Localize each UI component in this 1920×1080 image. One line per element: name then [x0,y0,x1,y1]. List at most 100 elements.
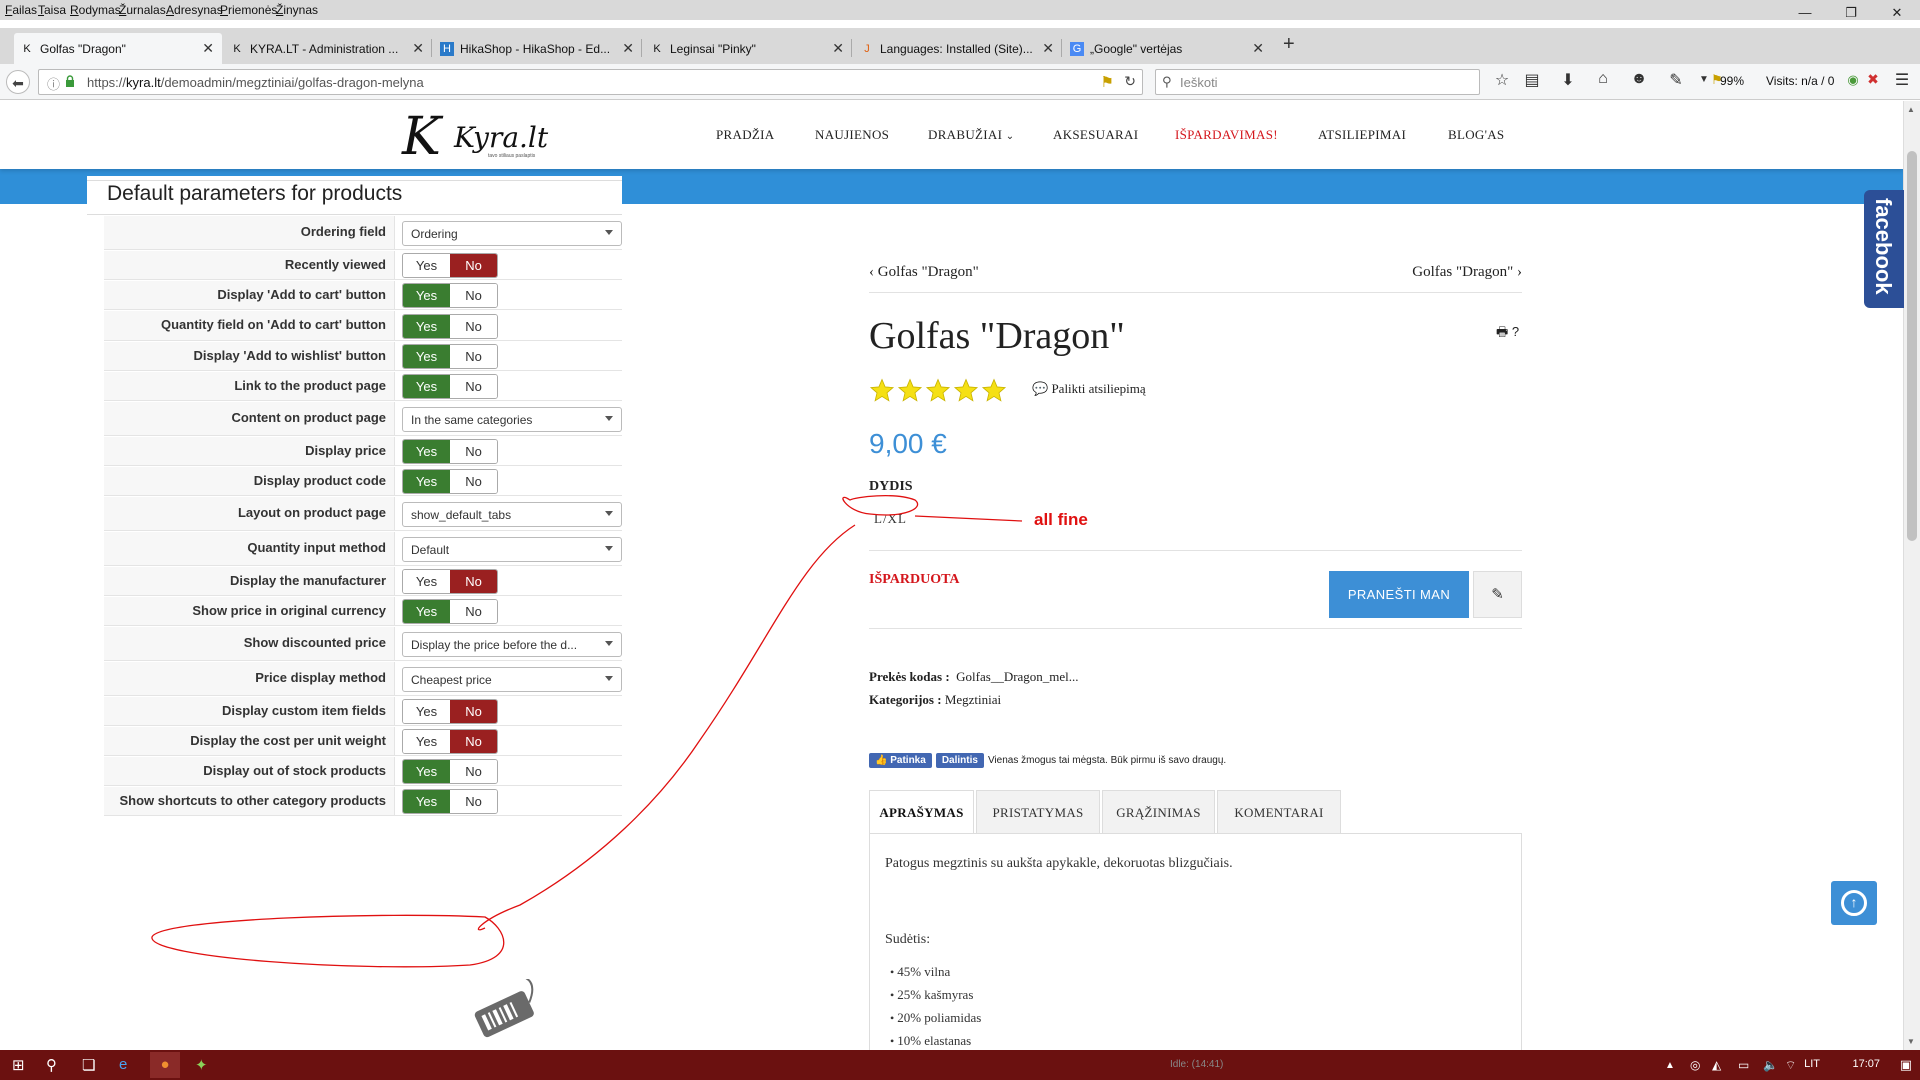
search-box[interactable]: ⚲ Ieškoti [1155,69,1480,95]
tab-languages[interactable]: J Languages: Installed (Site)... ✕ [854,33,1062,64]
nav-blogas[interactable]: BLOG'AS [1448,127,1504,143]
print-icon[interactable]: 🖶 ? [1496,323,1519,345]
tray-app-icon[interactable]: ◭ [1712,1058,1721,1072]
no-option[interactable]: No [450,570,497,593]
vertical-scrollbar[interactable]: ▲ ▼ [1903,101,1920,1050]
rating-stars[interactable] [869,378,1009,403]
wifi-icon[interactable]: ⌔ [1785,1058,1796,1073]
fb-like-button[interactable]: 👍 Patinka [869,752,932,768]
nav-ispardavimas[interactable]: IŠPARDAVIMAS! [1175,127,1278,143]
scroll-up-icon[interactable]: ▲ [1907,105,1915,114]
fb-share-button[interactable]: Dalintis [935,752,984,768]
no-option[interactable]: No [450,790,497,813]
tab-leginsai-pinky[interactable]: K Leginsai "Pinky" ✕ [644,33,852,64]
tab-kyra-admin[interactable]: K KYRA.LT - Administration ... ✕ [224,33,432,64]
close-tab-icon[interactable]: ✕ [412,40,424,57]
back-button[interactable]: ⬅ [6,70,30,94]
no-option[interactable]: No [450,730,497,753]
edge-icon[interactable]: e [119,1056,127,1073]
addon-icon[interactable]: ◉ [1842,72,1864,88]
reading-list-icon[interactable]: ▤ [1521,70,1543,90]
menu-file[interactable]: Failas [5,3,37,17]
flag-icon[interactable]: ⚑ [1101,73,1114,91]
yes-option[interactable]: Yes [403,600,450,623]
no-option[interactable]: No [450,470,497,493]
param-select[interactable]: Display the price before the d... [402,632,622,657]
menu-history[interactable]: Žurnalas [119,3,166,17]
info-icon[interactable]: ⓘ [47,74,60,93]
hamburger-menu-icon[interactable]: ☰ [1891,70,1913,90]
scroll-to-top-button[interactable]: ↑ [1831,881,1877,925]
menu-view[interactable]: Rodymas [70,3,121,17]
home-icon[interactable]: ⌂ [1592,70,1614,88]
site-logo[interactable]: K Kyra.lt tavo stiliaus paslaptis [402,107,562,167]
close-tab-icon[interactable]: ✕ [1252,40,1264,57]
close-tab-icon[interactable]: ✕ [832,40,844,57]
yes-option[interactable]: Yes [403,284,450,307]
tab-aprasymas[interactable]: APRAŠYMAS [869,790,974,834]
network-icon[interactable]: ◎ [1690,1058,1700,1072]
no-option[interactable]: No [450,254,497,277]
yes-option[interactable]: Yes [403,375,450,398]
url-bar[interactable]: ⓘ https://kyra.lt/demoadmin/megztiniai/g… [38,69,1143,95]
yes-option[interactable]: Yes [403,315,450,338]
menu-tools[interactable]: Priemonės [220,3,277,17]
no-option[interactable]: No [450,440,497,463]
yes-option[interactable]: Yes [403,570,450,593]
close-window-button[interactable]: ✕ [1874,0,1920,28]
nav-naujienos[interactable]: NAUJIENOS [815,127,889,143]
param-select[interactable]: Default [402,537,622,562]
task-view-icon[interactable]: ❏ [82,1056,95,1074]
keyboard-icon[interactable]: ▭ [1738,1058,1749,1072]
reload-icon[interactable]: ↻ [1124,73,1136,90]
no-option[interactable]: No [450,345,497,368]
bookmark-star-icon[interactable]: ☆ [1491,70,1513,90]
no-option[interactable]: No [450,760,497,783]
menu-bookmarks[interactable]: Adresynas [166,3,223,17]
clock[interactable]: 17:07 [1852,1058,1880,1070]
review-link[interactable]: 💬 Palikti atsiliepimą [1032,381,1146,397]
volume-icon[interactable]: 🔈 [1763,1058,1778,1072]
tab-hikashop[interactable]: H HikaShop - HikaShop - Ed... ✕ [434,33,642,64]
yes-option[interactable]: Yes [403,700,450,723]
addon-close-icon[interactable]: ✖ [1862,71,1884,88]
chat-icon[interactable]: ☻ [1628,70,1650,88]
category-value[interactable]: Megztiniai [945,692,1001,707]
tab-grazinimas[interactable]: GRĄŽINIMAS [1102,790,1215,834]
tab-google-translate[interactable]: G „Google" vertėjas ✕ [1064,33,1272,64]
nav-atsiliepimai[interactable]: ATSILIEPIMAI [1318,127,1406,143]
facebook-side-tab[interactable]: facebook [1864,190,1904,308]
close-tab-icon[interactable]: ✕ [622,40,634,57]
yes-option[interactable]: Yes [403,440,450,463]
no-option[interactable]: No [450,700,497,723]
yes-option[interactable]: Yes [403,345,450,368]
firefox-icon[interactable]: ● [150,1052,180,1078]
scroll-down-icon[interactable]: ▼ [1907,1037,1915,1046]
notify-me-button[interactable]: PRANEŠTI MAN [1329,571,1469,618]
menu-help[interactable]: Žinynas [276,3,318,17]
scrollbar-thumb[interactable] [1907,151,1917,541]
menu-edit[interactable]: Taisa [38,3,66,17]
search-icon[interactable]: ⚲ [46,1056,57,1074]
yes-option[interactable]: Yes [403,730,450,753]
nav-pradzia[interactable]: PRADŽIA [716,127,774,143]
yes-option[interactable]: Yes [403,470,450,493]
no-option[interactable]: No [450,315,497,338]
tray-expand-icon[interactable]: ▲ [1665,1060,1675,1071]
edit-icon[interactable]: ✎ [1473,571,1522,618]
yes-option[interactable]: Yes [403,790,450,813]
tab-pristatymas[interactable]: PRISTATYMAS [976,790,1100,834]
windows-start-icon[interactable]: ⊞ [12,1056,25,1074]
size-option[interactable]: L/XL [874,511,907,527]
maximize-button[interactable]: ❐ [1828,0,1874,28]
close-tab-icon[interactable]: ✕ [202,40,214,57]
tab-golfas-dragon[interactable]: K Golfas "Dragon" ✕ [14,33,222,64]
notification-icon[interactable]: ▣ [1900,1057,1912,1073]
tab-komentarai[interactable]: KOMENTARAI [1217,790,1341,834]
prev-product-link[interactable]: ‹ Golfas "Dragon" [869,264,979,281]
nav-aksesuarai[interactable]: AKSESUARAI [1053,127,1138,143]
yes-option[interactable]: Yes [403,254,450,277]
param-select[interactable]: In the same categories [402,407,622,432]
no-option[interactable]: No [450,375,497,398]
param-select[interactable]: Cheapest price [402,667,622,692]
